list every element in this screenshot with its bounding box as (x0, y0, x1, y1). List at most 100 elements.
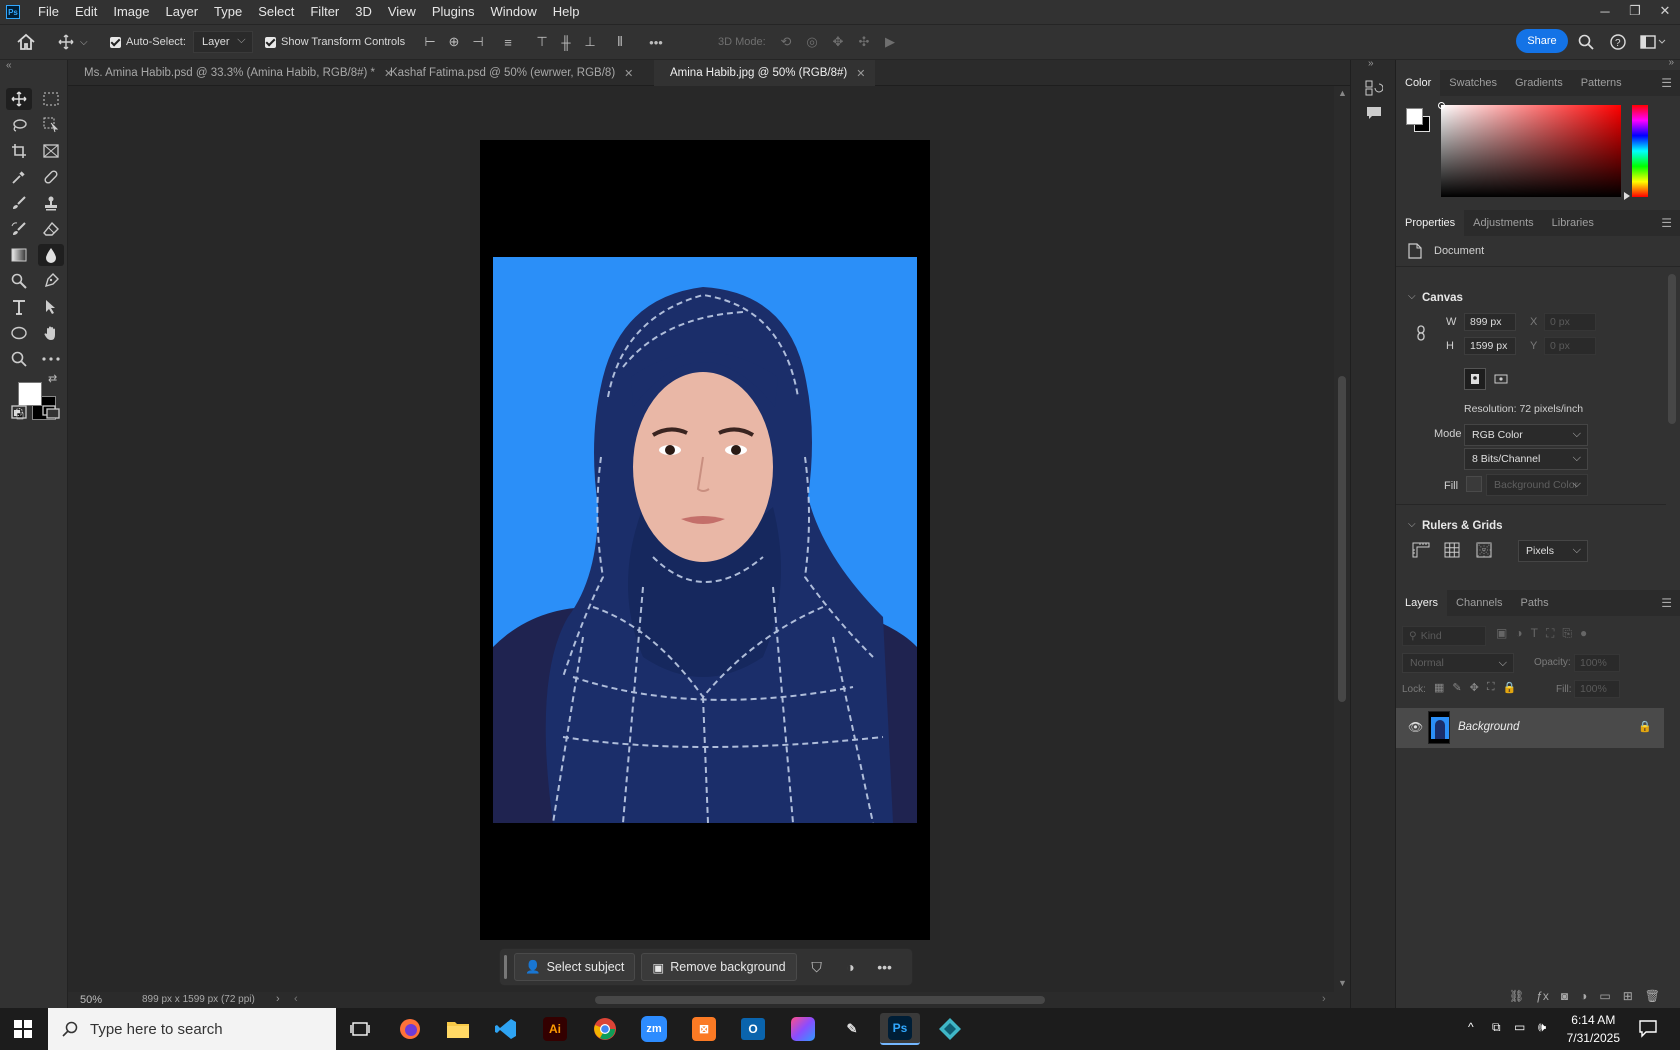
canvas-width-field[interactable]: 899 px (1464, 313, 1516, 331)
vscode-icon[interactable] (486, 1013, 526, 1045)
file-explorer-icon[interactable] (438, 1013, 478, 1045)
windows-start-icon[interactable] (14, 1020, 32, 1038)
panel-menu-icon[interactable]: ☰ (1661, 596, 1672, 610)
network-icon[interactable]: ▭ (1514, 1020, 1525, 1034)
scroll-down-icon[interactable]: ▼ (1338, 978, 1347, 988)
clone-stamp-tool-icon[interactable] (38, 192, 64, 214)
align-top-icon[interactable]: ⊤ (532, 32, 552, 52)
crop-tool-icon[interactable] (6, 140, 32, 162)
type-tool-icon[interactable] (6, 296, 32, 318)
menu-help[interactable]: Help (545, 0, 588, 24)
blur-tool-icon[interactable] (38, 244, 64, 266)
3d-pan-icon[interactable]: ✥ (828, 32, 848, 52)
menu-select[interactable]: Select (250, 0, 302, 24)
3d-roll-icon[interactable]: ◎ (802, 32, 822, 52)
shape-tool-icon[interactable] (6, 322, 32, 344)
menu-type[interactable]: Type (206, 0, 250, 24)
canvas-height-field[interactable]: 1599 px (1464, 337, 1516, 355)
canvas-workspace[interactable] (68, 86, 1336, 992)
new-layer-icon[interactable]: ⊞ (1623, 989, 1633, 1003)
creative-cloud-icon[interactable] (783, 1013, 823, 1045)
color-mode-dropdown[interactable]: RGB Color (1464, 424, 1588, 446)
pen-app-icon[interactable]: ✎ (832, 1013, 872, 1045)
ruler-icon[interactable] (1412, 542, 1430, 558)
tab-ms-amina-habib[interactable]: Ms. Amina Habib.psd @ 33.3% (Amina Habib… (68, 60, 403, 86)
show-hidden-icons[interactable]: ^ (1468, 1020, 1474, 1034)
lock-icon[interactable]: 🔒 (1638, 720, 1652, 733)
app-diamond-icon[interactable] (930, 1013, 970, 1045)
move-tool-icon[interactable] (6, 88, 32, 110)
close-icon[interactable]: ✕ (1650, 0, 1680, 22)
marquee-tool-icon[interactable] (38, 88, 64, 110)
notifications-icon[interactable] (1638, 1018, 1658, 1038)
menu-3d[interactable]: 3D (347, 0, 380, 24)
remove-background-button[interactable]: ▣ Remove background (641, 953, 797, 981)
menu-filter[interactable]: Filter (302, 0, 347, 24)
align-right-icon[interactable]: ⊣ (468, 32, 488, 52)
system-tray-icon[interactable]: ⧉ (1492, 1020, 1501, 1035)
search-icon[interactable] (1578, 25, 1594, 59)
align-center-icon[interactable]: ⊕ (444, 32, 464, 52)
pixel-grid-icon[interactable] (1476, 542, 1492, 558)
illustrator-icon[interactable]: Ai (535, 1013, 575, 1045)
chevron-down-icon[interactable]: ⌵ (80, 37, 88, 48)
auto-select-dropdown[interactable]: Layer (193, 25, 253, 59)
zoom-level[interactable]: 50% (80, 994, 102, 1006)
hand-tool-icon[interactable] (38, 322, 64, 344)
share-button[interactable]: Share (1516, 29, 1568, 53)
more-options-icon[interactable]: ••• (646, 32, 666, 52)
align-bottom-icon[interactable]: ⊥ (580, 32, 600, 52)
path-selection-tool-icon[interactable] (38, 296, 64, 318)
menu-view[interactable]: View (380, 0, 424, 24)
align-left-icon[interactable]: ⊢ (420, 32, 440, 52)
portrait-photo[interactable] (493, 257, 917, 823)
scroll-left-icon[interactable]: ‹ (294, 993, 298, 1005)
zoom-app-icon[interactable]: zm (634, 1013, 674, 1045)
panel-menu-icon[interactable]: ☰ (1661, 216, 1672, 230)
swap-colors-icon[interactable]: ⇄ (48, 372, 57, 385)
horizontal-scroll-thumb[interactable] (595, 996, 1045, 1004)
vertical-scroll-thumb[interactable] (1338, 376, 1346, 702)
tab-amina-habib-jpg[interactable]: Amina Habib.jpg @ 50% (RGB/8#) ✕ (654, 60, 876, 86)
taskbar-search-input[interactable]: Type here to search (48, 1008, 336, 1050)
foreground-color-chip[interactable] (1406, 108, 1423, 125)
fx-icon[interactable]: ƒx (1536, 989, 1549, 1003)
menu-layer[interactable]: Layer (158, 0, 207, 24)
properties-scrollbar[interactable] (1668, 268, 1676, 518)
home-icon[interactable] (16, 25, 36, 59)
tab-color[interactable]: Color (1396, 70, 1441, 96)
chevron-right-icon[interactable]: › (276, 993, 280, 1005)
landscape-orientation-icon[interactable] (1490, 368, 1512, 390)
tab-paths[interactable]: Paths (1512, 590, 1558, 616)
layer-name[interactable]: Background (1458, 721, 1519, 733)
layer-thumbnail[interactable] (1428, 711, 1450, 744)
close-tab-icon[interactable]: ✕ (856, 67, 865, 80)
menu-file[interactable]: File (30, 0, 67, 24)
auto-select-value[interactable]: Layer (193, 31, 253, 53)
lasso-tool-icon[interactable] (6, 114, 32, 136)
distribute-icon[interactable]: ≡ (498, 32, 518, 52)
eye-icon[interactable]: 👁 (1408, 720, 1423, 734)
distribute-vertical-icon[interactable]: ⦀ (610, 32, 630, 52)
menu-edit[interactable]: Edit (67, 0, 105, 24)
move-tool-icon[interactable]: ⌵ (58, 25, 88, 59)
link-layers-icon[interactable]: ⛓ (1509, 989, 1524, 1003)
color-picker-field[interactable] (1441, 105, 1621, 197)
color-picker-marker[interactable] (1438, 102, 1445, 109)
properties-scroll-thumb[interactable] (1668, 274, 1676, 424)
link-icon[interactable] (1416, 325, 1426, 341)
pen-tool-icon[interactable] (38, 270, 64, 292)
history-icon[interactable] (1365, 80, 1383, 96)
firefox-icon[interactable] (390, 1013, 430, 1045)
chevron-down-icon[interactable]: ⌵ (1408, 291, 1416, 302)
volume-icon[interactable]: 🕪 (1538, 1019, 1546, 1035)
fg-bg-color-swatches[interactable] (1406, 108, 1430, 132)
more-options-icon[interactable]: ••• (871, 953, 899, 981)
chrome-icon[interactable] (585, 1013, 625, 1045)
collapse-toolbar-icon[interactable]: « (6, 60, 12, 71)
close-tab-icon[interactable]: ✕ (624, 67, 633, 80)
scroll-right-icon[interactable]: › (1322, 993, 1326, 1005)
expand-panels-icon[interactable]: » (1368, 58, 1374, 69)
screen-mode-icon[interactable] (38, 401, 64, 423)
dodge-tool-icon[interactable] (6, 270, 32, 292)
